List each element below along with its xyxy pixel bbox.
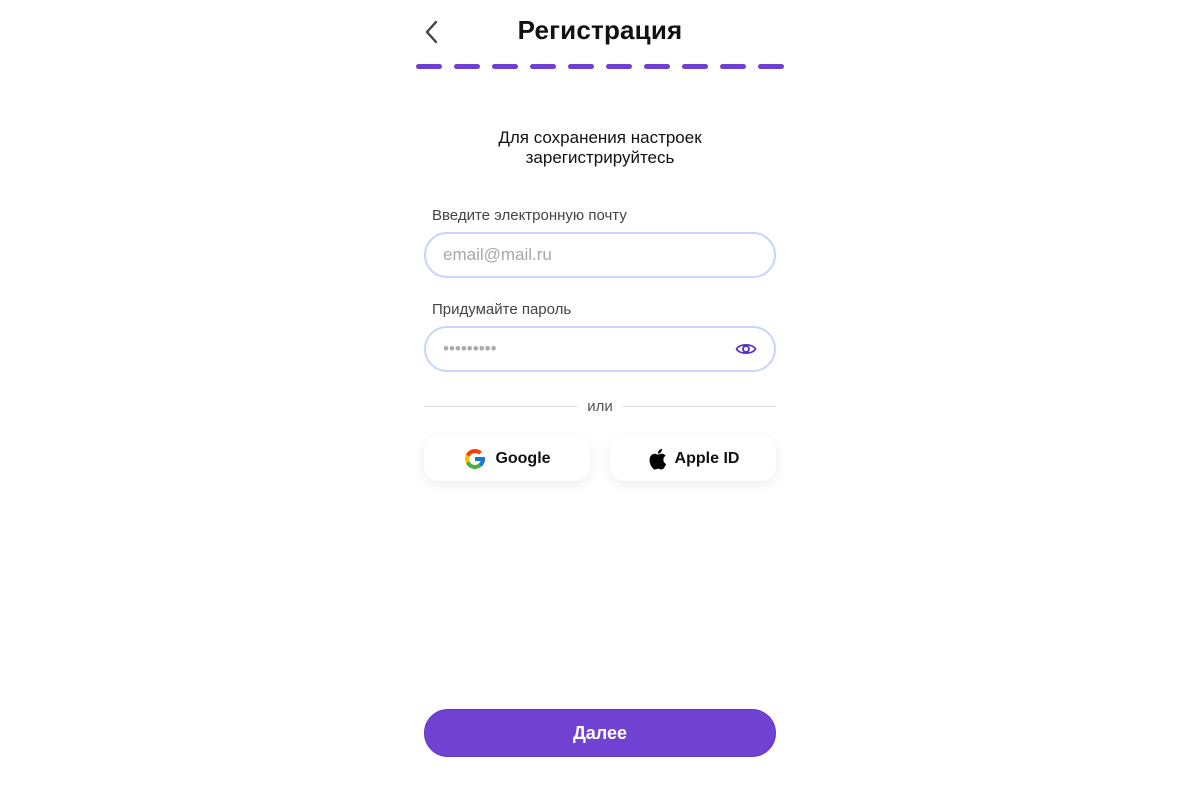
step-progress (416, 64, 784, 70)
apple-signin-button[interactable]: Apple ID (610, 436, 776, 481)
progress-step (530, 64, 556, 69)
apple-label: Apple ID (674, 449, 740, 467)
email-field-container (424, 232, 776, 278)
apple-icon (649, 448, 666, 470)
registration-screen: Регистрация Для сохранения настроек заре… (0, 0, 1200, 800)
or-divider: или (424, 396, 777, 416)
google-label: Google (495, 449, 551, 467)
progress-step (568, 64, 594, 69)
next-button[interactable]: Далее (424, 709, 776, 757)
progress-step (720, 64, 746, 69)
header: Регистрация (416, 12, 784, 52)
progress-step (416, 64, 442, 69)
google-signin-button[interactable]: Google (424, 436, 590, 481)
page-title: Регистрация (517, 15, 683, 45)
subtitle: Для сохранения настроек зарегистрируйтес… (424, 128, 776, 168)
password-field-container (424, 326, 776, 372)
eye-icon (735, 343, 757, 355)
divider-line (622, 405, 777, 407)
progress-step (454, 64, 480, 69)
divider-line (424, 405, 578, 407)
google-icon (465, 448, 486, 469)
subtitle-line: Для сохранения настроек (498, 128, 702, 147)
progress-step (758, 64, 784, 69)
or-text: или (587, 397, 613, 415)
progress-step (492, 64, 518, 69)
progress-step (606, 64, 632, 69)
progress-step (682, 64, 708, 69)
email-input[interactable] (443, 234, 713, 276)
password-input[interactable] (443, 328, 713, 370)
toggle-password-visibility-button[interactable] (734, 338, 758, 360)
progress-step (644, 64, 670, 69)
password-label: Придумайте пароль (432, 301, 572, 318)
email-label: Введите электронную почту (432, 207, 627, 224)
subtitle-line: зарегистрируйтесь (525, 148, 675, 167)
